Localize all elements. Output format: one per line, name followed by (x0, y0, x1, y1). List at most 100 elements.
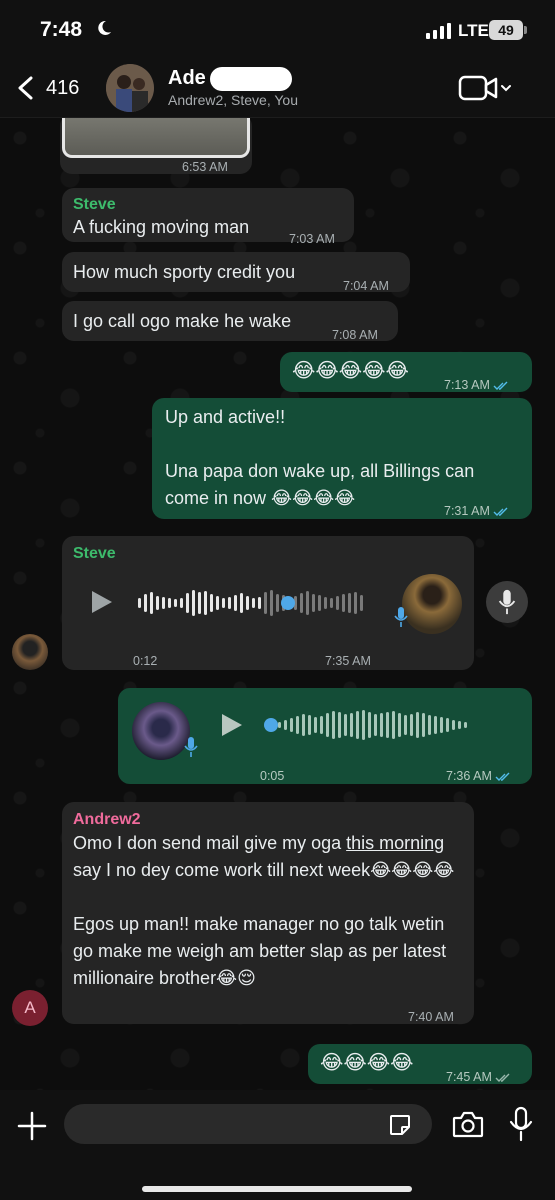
status-time: 7:48 (40, 18, 83, 41)
waveform-bar (324, 597, 327, 609)
message-time: 7:35 AM (325, 654, 371, 668)
waveform-bar (210, 594, 213, 612)
waveform-bar (162, 597, 165, 609)
microphone-icon[interactable] (508, 1106, 534, 1142)
message-text: 😂😂😂😂😂 (292, 360, 409, 382)
back-button[interactable]: 416 (16, 68, 88, 108)
plus-icon[interactable] (14, 1108, 50, 1144)
message-link[interactable]: this morning (346, 833, 444, 853)
waveform-bar (386, 712, 389, 738)
message-time: 7:36 AM (446, 763, 511, 790)
signal-icon (426, 23, 451, 39)
waveform-bar (284, 720, 287, 730)
waveform-bar (398, 713, 401, 737)
message-bubble[interactable]: 😂😂😂😂😂 7:13 AM (280, 352, 532, 392)
moon-icon (98, 20, 111, 35)
waveform-bar (264, 592, 267, 614)
waveform-bar (144, 594, 147, 612)
message-text-part: say I no dey come work till next week😂😂😂… (73, 860, 455, 988)
message-text: Omo I don send mail give my oga this mor… (73, 830, 465, 992)
unread-count: 416 (46, 77, 80, 99)
waveform-bar (374, 714, 377, 736)
message-time-label: 7:45 AM (446, 1070, 492, 1084)
message-time: 7:13 AM (444, 372, 509, 399)
waveform-bar (168, 598, 171, 608)
waveform-bar (222, 598, 225, 608)
waveform-bar (278, 722, 281, 728)
message-text: Up and active!! Una papa don wake up, al… (165, 407, 475, 508)
message-bubble[interactable]: Steve A fucking moving man 7:03 AM (62, 188, 354, 246)
message-image[interactable] (62, 118, 250, 158)
sender-avatar-steve[interactable] (12, 634, 48, 670)
waveform-bar (320, 716, 323, 734)
waveform-bar (392, 711, 395, 739)
sender-avatar-andrew[interactable]: A (12, 990, 48, 1026)
message-text: A fucking moving man (73, 217, 250, 237)
waveform-bar (228, 597, 231, 609)
network-type: LTE (458, 21, 489, 40)
voice-duration: 0:05 (260, 769, 285, 783)
playback-position[interactable] (264, 718, 278, 732)
message-input[interactable] (64, 1104, 432, 1144)
waveform-bar (302, 714, 305, 736)
chat-messages[interactable]: 6:53 AM Steve A fucking moving man 7:03 … (0, 118, 555, 1090)
waveform-bar (156, 596, 159, 610)
mic-icon (184, 737, 198, 757)
voice-message[interactable]: Steve 0:12 7:35 AM (62, 536, 474, 670)
waveform-bar (186, 593, 189, 613)
sender-name: Steve (73, 545, 116, 562)
waveform-bar (368, 712, 371, 738)
waveform-bar (350, 713, 353, 737)
voice-waveform[interactable] (138, 588, 363, 618)
waveform-bar (458, 721, 461, 729)
mic-icon (394, 607, 408, 627)
playback-position[interactable] (281, 596, 295, 610)
waveform-bar (252, 598, 255, 608)
chat-header: 416 Ade Andrew2, Steve, You (0, 58, 555, 118)
waveform-bar (312, 594, 315, 612)
waveform-bar (362, 710, 365, 740)
voice-message[interactable]: 0:05 7:36 AM (118, 688, 532, 784)
sticker-icon[interactable] (388, 1113, 412, 1137)
group-name[interactable]: Ade (168, 67, 206, 90)
play-button[interactable] (92, 591, 112, 613)
group-members: Andrew2, Steve, You (168, 92, 298, 108)
message-bubble[interactable]: I go call ogo make he wake 7:08 AM (62, 301, 398, 342)
transcribe-button[interactable] (486, 581, 528, 623)
waveform-bar (240, 593, 243, 613)
message-bubble[interactable]: How much sporty credit you 7:04 AM (62, 252, 410, 293)
message-bubble[interactable]: Andrew2 Omo I don send mail give my oga … (62, 802, 474, 1024)
message-bubble[interactable]: 😂😂😂😂 7:45 AM (308, 1044, 532, 1084)
waveform-bar (180, 598, 183, 608)
waveform-bar (204, 591, 207, 615)
waveform-bar (422, 713, 425, 737)
waveform-bar (246, 596, 249, 610)
camera-icon[interactable] (452, 1110, 484, 1138)
message-text: 😂😂😂😂 (320, 1052, 414, 1074)
message-time-label: 7:36 AM (446, 769, 492, 783)
message-text: How much sporty credit you (73, 262, 296, 282)
chevron-left-icon (18, 76, 33, 100)
waveform-bar (356, 711, 359, 739)
play-button[interactable] (222, 714, 242, 736)
message-bubble[interactable]: Up and active!! Una papa don wake up, al… (152, 398, 532, 519)
waveform-bar (332, 711, 335, 739)
message-time: 7:03 AM (289, 232, 335, 246)
waveform-bar (404, 715, 407, 735)
message-time: 7:40 AM (408, 1010, 454, 1024)
microphone-icon (498, 589, 516, 615)
voice-waveform[interactable] (278, 710, 467, 740)
message-time: 7:31 AM (444, 498, 509, 525)
waveform-bar (464, 722, 467, 728)
waveform-bar (192, 590, 195, 616)
sender-name: Steve (73, 196, 116, 213)
message-time: 7:08 AM (332, 328, 378, 342)
waveform-bar (270, 590, 273, 616)
read-receipt-icon (493, 507, 508, 516)
image-message[interactable]: 6:53 AM (60, 118, 252, 174)
video-call-icon[interactable] (458, 74, 518, 102)
message-compose-bar (0, 1090, 555, 1200)
message-text-part: Omo I don send mail give my oga (73, 833, 347, 853)
waveform-bar (258, 597, 261, 609)
group-avatar[interactable] (106, 64, 154, 112)
